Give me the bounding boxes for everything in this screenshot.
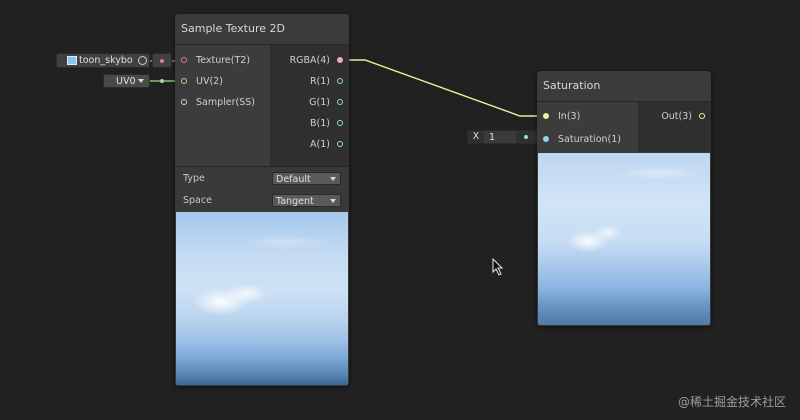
chevron-down-icon xyxy=(330,199,336,203)
output-port-b[interactable]: B(1) xyxy=(310,117,343,131)
node-properties-panel: Type Default Space Tangent xyxy=(175,166,349,212)
type-label: Type xyxy=(183,173,205,184)
port-connector-icon xyxy=(699,113,705,119)
type-dropdown[interactable]: Default xyxy=(272,172,341,185)
axis-label: X xyxy=(468,131,484,143)
texture-icon xyxy=(67,56,77,65)
port-connector-icon xyxy=(543,113,549,119)
saturation-value[interactable]: 1 xyxy=(489,132,495,144)
sample-texture-2d-node[interactable]: Sample Texture 2D Texture(T2) UV(2) Samp… xyxy=(175,14,349,386)
port-connector-icon xyxy=(543,136,549,142)
uv-connector-dot xyxy=(160,79,164,83)
input-ports-panel: Texture(T2) UV(2) Sampler(SS) xyxy=(175,45,270,166)
port-label: RGBA(4) xyxy=(289,55,330,66)
port-label: Sampler(SS) xyxy=(196,97,255,108)
port-connector-icon xyxy=(181,99,187,105)
chevron-down-icon xyxy=(138,79,144,83)
port-connector-icon xyxy=(337,120,343,126)
chevron-down-icon xyxy=(330,177,336,181)
input-port-saturation[interactable]: Saturation(1) xyxy=(543,133,621,147)
port-label: Texture(T2) xyxy=(196,55,251,66)
uv-dropdown-value: UV0 xyxy=(116,76,136,87)
wire-rgba-to-in xyxy=(341,59,546,117)
output-port-a[interactable]: A(1) xyxy=(310,138,343,152)
input-port-uv[interactable]: UV(2) xyxy=(181,75,223,89)
texture-connector-dot xyxy=(160,59,164,63)
port-label: G(1) xyxy=(309,97,330,108)
texture-field-value: toon_skybo xyxy=(79,55,133,66)
input-ports-panel: In(3) Saturation(1) xyxy=(537,102,638,152)
port-label: In(3) xyxy=(558,111,581,122)
output-ports-panel: RGBA(4) R(1) G(1) B(1) A(1) xyxy=(270,45,349,166)
port-connector-icon xyxy=(337,57,343,63)
saturation-preview xyxy=(538,153,710,325)
space-dropdown[interactable]: Tangent xyxy=(272,194,341,207)
output-port-out[interactable]: Out(3) xyxy=(661,110,705,124)
uv-dropdown[interactable]: UV0 xyxy=(103,74,150,88)
port-label: B(1) xyxy=(310,118,330,129)
input-port-sampler[interactable]: Sampler(SS) xyxy=(181,96,255,110)
input-port-texture[interactable]: Texture(T2) xyxy=(181,54,250,68)
type-dropdown-value: Default xyxy=(276,174,311,185)
saturation-node[interactable]: Saturation In(3) Saturation(1) Out(3) xyxy=(537,71,711,326)
port-connector-icon xyxy=(181,78,187,84)
port-label: UV(2) xyxy=(196,76,223,87)
input-port-in[interactable]: In(3) xyxy=(543,110,580,124)
port-label: Out(3) xyxy=(661,111,692,122)
watermark: @稀土掘金技术社区 xyxy=(677,395,786,409)
texture-field[interactable]: toon_skybo xyxy=(56,53,150,68)
port-label: Saturation(1) xyxy=(558,134,621,145)
space-label: Space xyxy=(183,195,212,206)
output-port-g[interactable]: G(1) xyxy=(309,96,343,110)
node-title[interactable]: Sample Texture 2D xyxy=(175,14,349,45)
texture-field-connector xyxy=(152,53,172,68)
port-connector-icon xyxy=(337,141,343,147)
port-label: A(1) xyxy=(310,139,330,150)
object-picker-icon[interactable] xyxy=(138,56,147,65)
port-connector-icon xyxy=(337,99,343,105)
saturation-value-field[interactable]: X 1 xyxy=(467,130,539,144)
output-port-rgba[interactable]: RGBA(4) xyxy=(290,54,343,68)
port-label: R(1) xyxy=(309,76,330,87)
node-title[interactable]: Saturation xyxy=(537,71,711,102)
texture-preview xyxy=(176,212,348,385)
port-connector-icon xyxy=(337,78,343,84)
output-ports-panel: Out(3) xyxy=(638,102,711,152)
space-dropdown-value: Tangent xyxy=(276,196,314,207)
output-port-r[interactable]: R(1) xyxy=(310,75,343,89)
value-connector-dot xyxy=(524,135,528,139)
mouse-cursor-icon xyxy=(492,258,504,276)
port-connector-icon xyxy=(181,57,187,63)
